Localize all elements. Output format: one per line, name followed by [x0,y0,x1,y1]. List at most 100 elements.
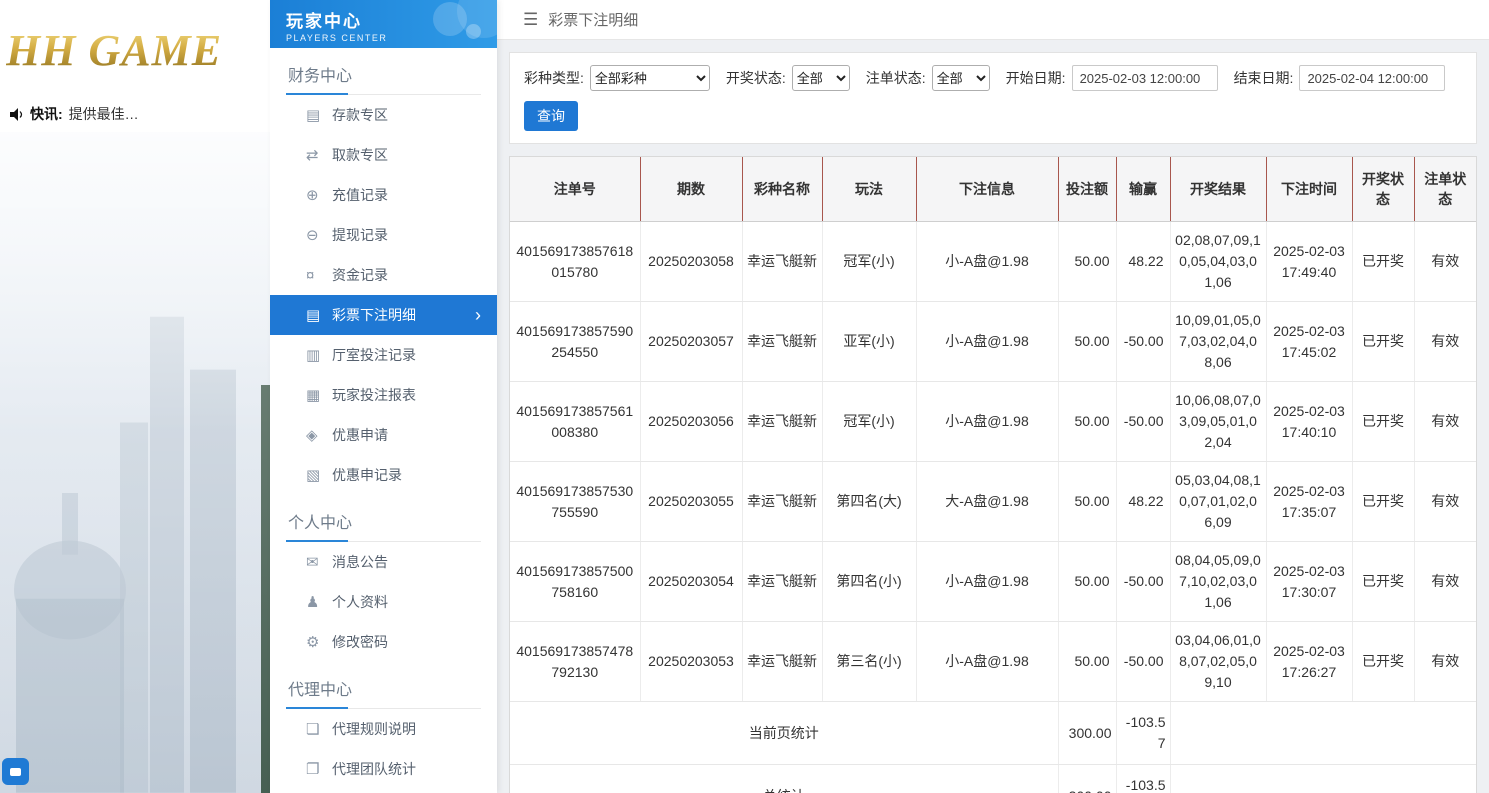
sidebar-item-promo-apply[interactable]: ◈ 优惠申请 [270,415,497,455]
cell-bet_info: 小-A盘@1.98 [916,381,1059,462]
column-header: 下注时间 [1266,157,1353,222]
cell-result: 10,06,08,07,03,09,05,01,02,04 [1170,381,1267,462]
deposit-icon: ▤ [306,107,321,124]
sidebar-item-lottery-bet-details[interactable]: ▤ 彩票下注明细 › [270,295,497,335]
cell-play: 亚军(小) [822,301,917,382]
sidebar-item-withdraw-zone[interactable]: ⇄ 取款专区 [270,135,497,175]
bet-detail-table: 注单号 期数 彩种名称 玩法 下注信息 投注额 输赢 开奖结果 下注时间 开奖状态 注单状态 4015… [510,157,1476,793]
page-title: 彩票下注明细 [548,12,639,29]
sidebar-item-recharge-records[interactable]: ⊕ 充值记录 [270,175,497,215]
sidebar-item-promo-apply-records[interactable]: ▧ 优惠申记录 [270,455,497,495]
sidebar-item-label: 存款专区 [332,107,388,123]
cell-order_no: 401569173857618015780 [510,221,641,302]
sidebar-item-label: 取款专区 [332,147,388,163]
draw-status-select[interactable]: 全部 [791,65,850,91]
sidebar-item-label: 优惠申请 [332,427,388,443]
sidebar-section-title: 代理中心 [286,662,481,709]
decorative-bubble [466,24,481,39]
cell-time: 2025-02-03 17:49:40 [1266,221,1353,302]
search-button[interactable]: 查询 [524,101,578,131]
news-ticker-text: 提供最佳… [68,106,139,122]
column-header: 输赢 [1116,157,1171,222]
column-header: 彩种名称 [742,157,823,222]
lottery-type-select[interactable]: 全部彩种 [589,65,710,91]
funds-record-icon: ¤ [306,266,315,284]
cell-lottery: 幸运飞艇新 [742,621,823,702]
column-header: 注单状态 [1414,157,1476,222]
sidebar-item-label: 代理团队统计 [332,761,416,777]
cell-play: 第四名(小) [822,541,917,622]
cell-bet_info: 小-A盘@1.98 [916,301,1059,382]
cell-bet_status: 有效 [1414,221,1476,302]
cell-win_loss: 48.22 [1116,221,1171,302]
cell-bet_info: 小-A盘@1.98 [916,541,1059,622]
cell-order_no: 401569173857478792130 [510,621,641,702]
cell-lottery: 幸运飞艇新 [742,381,823,462]
column-header: 注单号 [510,157,641,222]
site-header: HH GAME [0,0,270,100]
cell-result: 10,09,01,05,07,03,02,04,08,06 [1170,301,1267,382]
sidebar-item-hall-bet-records[interactable]: ▥ 厅室投注记录 [270,335,497,375]
filter-row: 彩种类型: 全部彩种 开奖状态: 全部 注单状态: 全部 开始日期: 结束日期: [524,65,1462,91]
end-date-input[interactable] [1299,65,1446,91]
sidebar-item-label: 玩家投注报表 [332,387,416,403]
sidebar-item-agent-rules[interactable]: ❏ 代理规则说明 [270,709,497,749]
lottery-bet-detail-icon: ▤ [306,307,321,324]
start-date-input[interactable] [1071,65,1218,91]
cell-bet_status: 有效 [1414,301,1476,382]
cell-amount: 50.00 [1058,301,1117,382]
table-row: 401569173857618015780 20250203058 幸运飞艇新 冠军(… [510,221,1476,302]
sidebar-item-agent-team-stats[interactable]: ❐ 代理团队统计 [270,749,497,789]
floating-service-button[interactable] [2,758,29,785]
summary-winloss-total: -103.57 [1116,701,1171,765]
cell-period: 20250203054 [640,541,743,622]
hall-bet-record-icon: ▥ [306,347,321,364]
chevron-right-icon: › [475,305,481,325]
cell-time: 2025-02-03 17:26:27 [1266,621,1353,702]
person-icon: ♟ [306,594,320,611]
cell-period: 20250203053 [640,621,743,702]
sidebar-sections: 财务中心 ▤ 存款专区 ⇄ 取款专区 ⊕ 充值记录 ⊖ 提现记录 ¤ 资金记录 ▤ 彩票下注明细 › ▥ 厅室… [270,48,497,789]
city-skyline-graphic [14,317,236,793]
bet-table-panel: 注单号 期数 彩种名称 玩法 下注信息 投注额 输赢 开奖结果 下注时间 开奖状态 注单状态 4015… [509,156,1477,793]
sidebar-item-label: 彩票下注明细 [332,307,416,323]
sidebar-item-announcements[interactable]: ✉ 消息公告 [270,542,497,582]
sidebar-item-change-password[interactable]: ⚙ 修改密码 [270,622,497,662]
sidebar-item-label: 充值记录 [332,187,388,203]
table-row: 401569173857590254550 20250203057 幸运飞艇新 亚军(… [510,301,1476,382]
end-date-label: 结束日期: [1233,70,1294,86]
main-content: ☰ 彩票下注明细 彩种类型: 全部彩种 开奖状态: 全部 注单状态: 全部 开始… [497,0,1489,793]
cell-bet_status: 有效 [1414,461,1476,542]
summary-row: 当前页统计 300.00 -103.57 [510,701,1476,765]
cell-bet_status: 有效 [1414,541,1476,622]
sidebar-item-deposit-zone[interactable]: ▤ 存款专区 [270,95,497,135]
recharge-record-icon: ⊕ [306,187,319,204]
summary-bet-total: 300.00 [1058,764,1117,793]
cell-lottery: 幸运飞艇新 [742,461,823,542]
document-icon: ❏ [306,721,320,738]
cell-bet_status: 有效 [1414,621,1476,702]
sidebar-item-player-bet-report[interactable]: ▦ 玩家投注报表 [270,375,497,415]
cell-draw_status: 已开奖 [1352,621,1415,702]
sidebar-item-label: 消息公告 [332,554,388,570]
bet-status-select[interactable]: 全部 [931,65,990,91]
sidebar-item-funds-records[interactable]: ¤ 资金记录 [270,255,497,295]
sidebar-item-withdrawal-records[interactable]: ⊖ 提现记录 [270,215,497,255]
sidebar-item-profile[interactable]: ♟ 个人资料 [270,582,497,622]
cell-bet_info: 小-A盘@1.98 [916,621,1059,702]
player-bet-report-icon: ▦ [306,387,321,404]
filter-actions-row: 查询 [524,101,1462,131]
cell-time: 2025-02-03 17:35:07 [1266,461,1353,542]
promo-apply-icon: ◈ [306,427,318,444]
cell-period: 20250203058 [640,221,743,302]
draw-status-label: 开奖状态: [725,70,786,86]
cell-bet_info: 小-A盘@1.98 [916,221,1059,302]
cell-period: 20250203055 [640,461,743,542]
cell-win_loss: -50.00 [1116,541,1171,622]
filter-panel: 彩种类型: 全部彩种 开奖状态: 全部 注单状态: 全部 开始日期: 结束日期:… [509,52,1477,144]
cell-play: 冠军(小) [822,221,917,302]
menu-toggle-icon[interactable]: ☰ [523,10,538,30]
column-header: 投注额 [1058,157,1117,222]
background-photo-edge [261,385,270,793]
cell-draw_status: 已开奖 [1352,221,1415,302]
